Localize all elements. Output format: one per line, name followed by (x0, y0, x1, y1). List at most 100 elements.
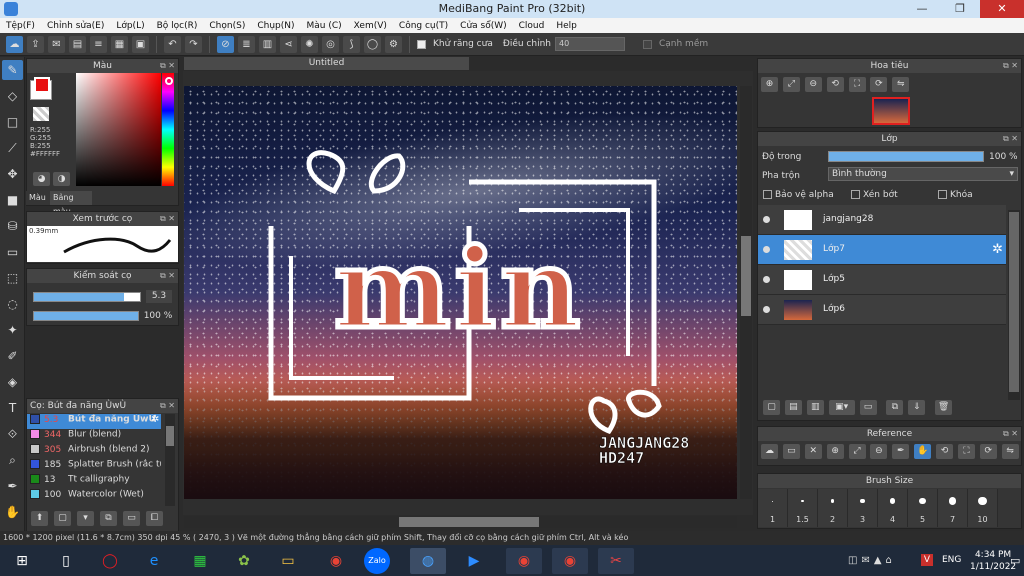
brush-item[interactable]: 185 Splatter Brush (rắc tuy (27, 459, 161, 474)
lasso-tool-icon[interactable]: ◌ (2, 294, 23, 314)
protect-alpha-option[interactable]: Bảo vệ alpha (763, 190, 834, 200)
foreground-color-swatch[interactable] (34, 77, 50, 93)
eyedropper-icon[interactable]: ⌕ (2, 450, 23, 470)
close-button[interactable]: ✕ (980, 0, 1024, 18)
brush-item[interactable]: 13 Tt calligraphy (27, 474, 161, 489)
edge-icon[interactable]: e (136, 548, 172, 574)
clipping-checkbox[interactable] (851, 190, 860, 199)
dot-tool-icon[interactable]: □ (2, 112, 23, 132)
panel-popout-icon[interactable]: ⧉ ✕ (1003, 132, 1018, 146)
radial-snap-icon[interactable]: ✺ (301, 35, 318, 53)
opera-icon[interactable]: ◯ (92, 548, 128, 574)
new-8bit-layer-icon[interactable]: ▥ (806, 400, 824, 415)
panel-popout-icon[interactable]: ⧉ ✕ (1003, 427, 1018, 441)
cross-snap-icon[interactable]: ▥ (259, 35, 276, 53)
curve-snap-icon[interactable]: ⟆ (343, 35, 360, 53)
layer-row[interactable]: Lớp5 (758, 265, 1006, 295)
merge-layer-icon[interactable]: ⇓ (908, 400, 926, 415)
hand-tool-icon[interactable]: ✋ (2, 502, 23, 522)
gradient-tool-icon[interactable]: ▭ (2, 242, 23, 262)
brush-size-cell[interactable]: 3 (848, 489, 878, 527)
select-tool-icon[interactable]: ⬚ (2, 268, 23, 288)
zoom-out-icon[interactable]: ⊖ (870, 444, 888, 459)
page-icon[interactable]: ▤ (69, 35, 86, 53)
app-icon[interactable]: ✿ (226, 548, 262, 574)
layer-row[interactable]: jangjang28 (758, 205, 1006, 235)
eraser-tool-icon[interactable]: ◇ (2, 86, 23, 106)
chrome-profile-icon[interactable]: ◉ (506, 548, 542, 574)
menu-filter[interactable]: Bộ lọc(R) (157, 21, 198, 31)
new-layer-icon[interactable]: ▢ (763, 400, 780, 415)
windows-start-icon[interactable]: ⊞ (4, 548, 40, 574)
delete-layer-icon[interactable]: 🗑 (935, 400, 953, 415)
panel-popout-icon[interactable]: ⧉ ✕ (160, 269, 175, 283)
menu-file[interactable]: Tệp(F) (6, 21, 35, 31)
folder-icon[interactable]: ▭ (123, 511, 140, 526)
zalo-icon[interactable]: Zalo (364, 548, 390, 574)
hand-icon[interactable]: ✋ (914, 444, 932, 459)
brush-size-cell[interactable]: 4 (878, 489, 908, 527)
cloud-icon[interactable]: ☁ (6, 35, 23, 53)
clipping-option[interactable]: Xén bớt (851, 190, 898, 200)
select-pen-icon[interactable]: ✐ (2, 346, 23, 366)
flip-icon[interactable]: ⇋ (892, 77, 910, 92)
open-reference-icon[interactable]: ▭ (782, 444, 800, 459)
canvas-vertical-scrollbar[interactable] (740, 86, 752, 499)
brush-size-slider[interactable] (33, 292, 141, 302)
menu-cloud[interactable]: Cloud (519, 21, 545, 31)
zoom-icon[interactable]: ▶ (456, 548, 492, 574)
page2-icon[interactable]: ▣ (132, 35, 149, 53)
brush-size-cell[interactable]: 7 (938, 489, 968, 527)
snipping-icon[interactable]: ✂ (598, 548, 634, 574)
brush-item[interactable]: 100 Watercolor (Wet) (27, 489, 161, 504)
panel-popout-icon[interactable]: ⧉ ✕ (160, 212, 175, 226)
store-icon[interactable]: ▦ (182, 548, 218, 574)
minimize-button[interactable]: — (908, 0, 936, 18)
saturation-value-picker[interactable] (76, 73, 161, 186)
brush-size-cell[interactable]: 2 (818, 489, 848, 527)
comment-icon[interactable]: ✉ (48, 35, 65, 53)
menu-color[interactable]: Màu (C) (307, 21, 342, 31)
menu-window[interactable]: Cửa sổ(W) (460, 21, 506, 31)
panel-popout-icon[interactable]: ⧉ ✕ (160, 399, 175, 413)
list-icon[interactable]: ≡ (90, 35, 107, 53)
snap-settings-icon[interactable]: ⚙ (385, 35, 402, 53)
scrollbar-thumb[interactable] (399, 517, 539, 527)
grid-icon[interactable]: ▦ (111, 35, 128, 53)
artwork[interactable]: min JANGJANG28 HD247 (184, 86, 737, 499)
brush-size-cell[interactable]: 5 (908, 489, 938, 527)
eye-icon[interactable] (763, 216, 770, 223)
language-indicator[interactable]: ENG (942, 555, 961, 565)
layer-folder-icon[interactable]: ▭ (859, 400, 877, 415)
brush-opacity-slider[interactable] (33, 311, 139, 321)
actual-size-icon[interactable]: ⛶ (848, 77, 866, 92)
vivaldi-tray-icon[interactable]: V (921, 554, 933, 566)
menu-layer[interactable]: Lớp(L) (116, 21, 144, 31)
menu-edit[interactable]: Chỉnh sửa(E) (47, 21, 104, 31)
menu-view[interactable]: Xem(V) (354, 21, 387, 31)
scrollbar-thumb[interactable] (166, 426, 174, 446)
adjust-select[interactable]: 40 (554, 37, 625, 51)
new-brush-icon[interactable]: ▢ (54, 511, 71, 526)
layer-row[interactable]: Lớp6 (758, 295, 1006, 325)
navigator-thumbnail[interactable] (872, 97, 910, 125)
select-eraser-icon[interactable]: ◈ (2, 372, 23, 392)
medibang-icon[interactable]: ◍ (410, 548, 446, 574)
duplicate-layer-icon[interactable]: ⧉ (886, 400, 904, 415)
file-icon[interactable]: ▯ (48, 548, 84, 574)
chrome-profile2-icon[interactable]: ◉ (552, 548, 588, 574)
layers-scrollbar[interactable] (1008, 210, 1020, 400)
add-brush-icon[interactable]: ⬆ (31, 511, 48, 526)
snap-off-icon[interactable]: ⊘ (217, 35, 234, 53)
antialias-checkbox[interactable] (417, 39, 426, 49)
color-set-icon[interactable]: ◑ (53, 172, 70, 186)
notification-icon[interactable]: ▭ (1010, 554, 1020, 567)
copy-brush-icon[interactable]: ⧉ (100, 511, 117, 526)
menu-help[interactable]: Help (556, 21, 577, 31)
layer-opacity-slider[interactable] (828, 151, 984, 162)
panel-popout-icon[interactable]: ⧉ ✕ (160, 59, 175, 73)
parallel-snap-icon[interactable]: ≣ (238, 35, 255, 53)
brush-size-cell[interactable]: 1.5 (788, 489, 818, 527)
rotate-left-icon[interactable]: ⟲ (936, 444, 953, 459)
flip-icon[interactable]: ⇋ (1001, 444, 1019, 459)
